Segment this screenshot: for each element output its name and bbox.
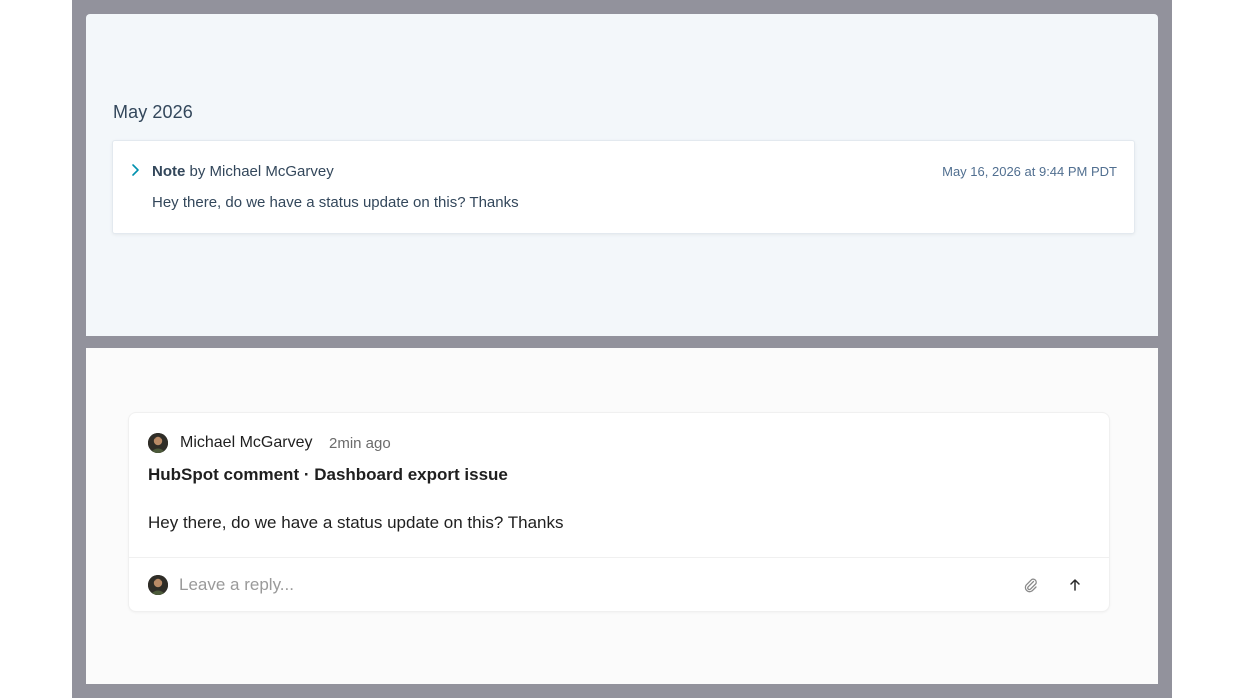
note-type-label: Note [152, 163, 186, 180]
comment-thread-panel: Michael McGarvey 2min ago HubSpot commen… [86, 348, 1158, 684]
note-timestamp: May 16, 2026 at 9:44 PM PDT [942, 164, 1117, 179]
note-author-text: by Michael McGarvey [185, 163, 334, 180]
note-activity-card[interactable]: Note by Michael McGarvey May 16, 2026 at… [112, 140, 1135, 234]
activity-timeline-panel: May 2026 Note by Michael McGarvey May 16… [86, 14, 1158, 336]
month-heading: May 2026 [113, 102, 193, 122]
comment-body: Hey there, do we have a status update on… [148, 513, 564, 532]
reply-divider [129, 557, 1109, 558]
arrow-up-icon[interactable] [1065, 575, 1085, 595]
reply-user-avatar [148, 575, 168, 595]
comment-title: HubSpot comment · Dashboard export issue [148, 465, 508, 484]
reply-input[interactable] [179, 573, 1009, 597]
paperclip-icon[interactable] [1021, 575, 1041, 595]
note-body: Hey there, do we have a status update on… [152, 194, 519, 211]
comment-author-name: Michael McGarvey [180, 434, 313, 451]
user-avatar [148, 433, 168, 453]
comment-time-ago: 2min ago [329, 435, 391, 452]
note-title-row: Note by Michael McGarvey [152, 163, 334, 180]
chevron-right-icon[interactable] [130, 163, 142, 177]
comment-card: Michael McGarvey 2min ago HubSpot commen… [128, 412, 1110, 612]
